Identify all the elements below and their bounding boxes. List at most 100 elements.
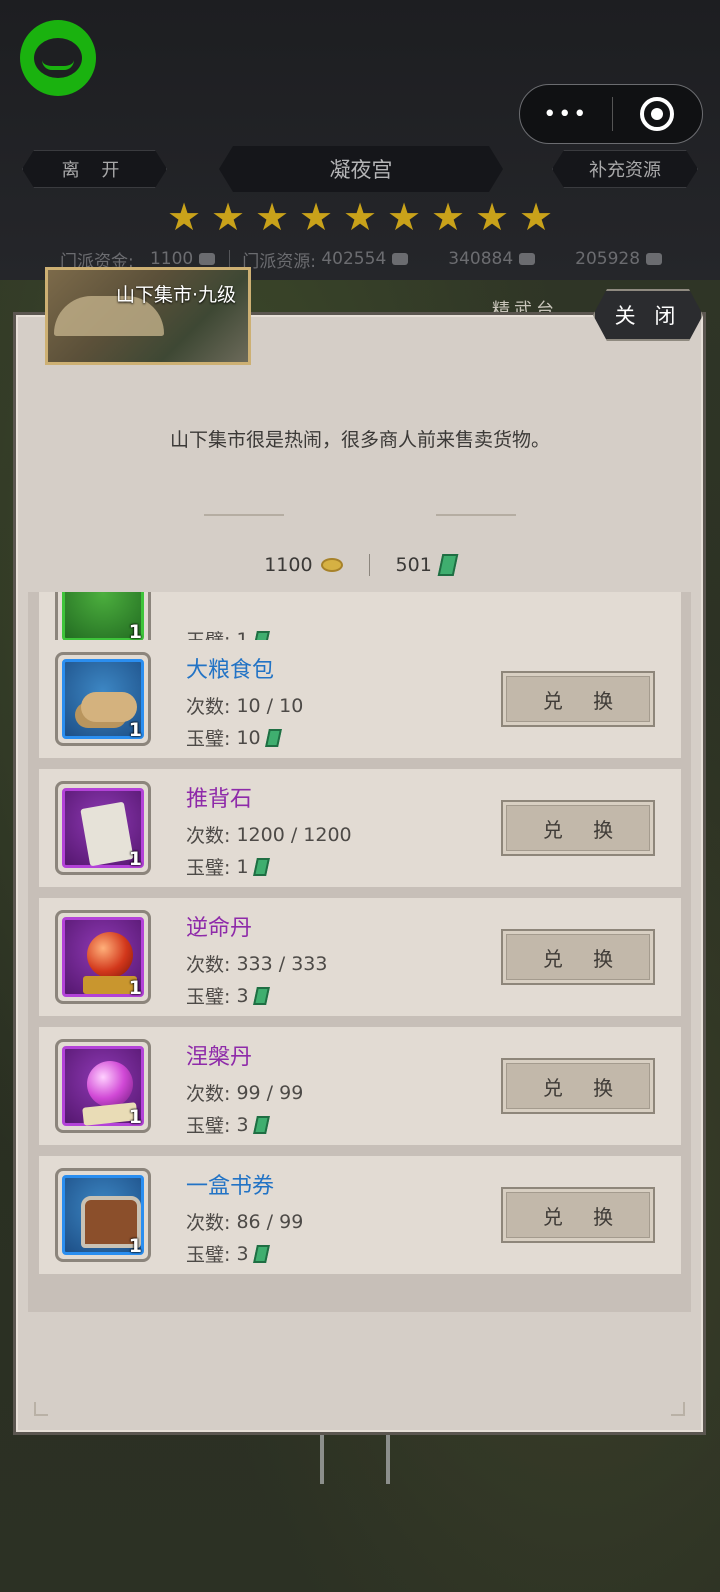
list-item: 1 涅槃丹 次数: 99 / 99 玉璧: 3 兑 换	[39, 1027, 681, 1145]
cost-label: 玉璧:	[186, 857, 231, 879]
jade-icon	[252, 1115, 270, 1134]
grain-icon	[392, 253, 409, 265]
count-value: 333 / 333	[236, 952, 328, 975]
item-count: 次数: 1200 / 1200	[186, 821, 352, 848]
coin-amount: 1100	[264, 554, 313, 576]
item-count: 次数: 10 / 10	[186, 692, 303, 719]
iron-icon	[646, 253, 663, 265]
count-label: 次数:	[186, 954, 231, 976]
item-name: 逆命丹	[186, 916, 253, 941]
exchange-button[interactable]: 兑 换	[501, 1187, 655, 1243]
cost-value: 1	[236, 855, 249, 878]
sect-resources: 门派资源: 402554	[242, 247, 409, 272]
star-icon: ★	[430, 195, 466, 239]
list-item: 1 大粮食包 次数: 10 / 10 玉璧: 10 兑 换	[39, 640, 681, 758]
item-count: 次数: 333 / 333	[186, 950, 327, 977]
item-cost: 玉璧: 3	[186, 982, 270, 1009]
sect-name-title: 凝夜宫	[219, 146, 503, 192]
mini-program-capsule: •••	[519, 84, 703, 144]
cost-label: 玉璧:	[186, 1244, 231, 1266]
item-icon: 1	[55, 1168, 151, 1262]
cost-label: 玉璧:	[186, 728, 231, 750]
item-icon: 1	[55, 910, 151, 1004]
sect-resources-label: 门派资源:	[242, 251, 316, 272]
count-label: 次数:	[186, 1083, 231, 1105]
count-label: 次数:	[186, 825, 231, 847]
star-icon: ★	[210, 195, 246, 239]
item-count: 次数: 86 / 99	[186, 1208, 303, 1235]
item-icon: 1	[55, 652, 151, 746]
more-options-button[interactable]: •••	[520, 102, 612, 127]
star-icon: ★	[474, 195, 510, 239]
supply-resources-button[interactable]: 补充资源	[552, 150, 698, 188]
jade-icon	[264, 728, 282, 747]
market-title: 山下集市·九级	[115, 284, 236, 306]
count-label: 次数:	[186, 696, 231, 718]
resource-wood-value: 340884	[448, 249, 514, 269]
item-count: 次数: 99 / 99	[186, 1079, 303, 1106]
exchange-button[interactable]: 兑 换	[501, 1058, 655, 1114]
coin-icon	[199, 253, 216, 265]
cost-value: 3	[236, 1242, 249, 1265]
exit-mini-program-button[interactable]	[613, 97, 703, 131]
leave-button[interactable]: 离 开	[22, 150, 167, 188]
market-thumbnail: 山下集市·九级	[45, 267, 251, 365]
market-description: 山下集市很是热闹，很多商人前来售卖货物。	[169, 429, 550, 451]
star-icon: ★	[518, 195, 554, 239]
grain-sack-icon	[81, 692, 137, 722]
item-name: 推背石	[186, 787, 253, 812]
top-bar: ••• 离 开 凝夜宫 补充资源 ★ ★ ★ ★ ★ ★ ★ ★ ★ 门派资金:…	[0, 0, 720, 280]
jade-icon	[252, 1244, 270, 1263]
star-icon: ★	[386, 195, 422, 239]
star-icon: ★	[166, 195, 202, 239]
item-cost: 玉璧: 3	[186, 1111, 270, 1138]
divider-ornament-left	[204, 514, 284, 516]
item-quantity: 1	[128, 1235, 142, 1257]
item-cost: 玉璧: 1	[186, 853, 270, 880]
exchange-button[interactable]: 兑 换	[501, 929, 655, 985]
coin-icon	[320, 558, 343, 572]
jade-icon	[252, 986, 270, 1005]
item-icon: 1	[55, 781, 151, 875]
cost-label: 玉璧:	[186, 1115, 231, 1137]
panel-corner-ornament	[34, 1402, 48, 1416]
item-cost: 玉璧: 10	[186, 724, 282, 751]
star-icon: ★	[254, 195, 290, 239]
target-icon	[640, 97, 675, 131]
resource-wood: 340884	[448, 249, 536, 269]
resource-divider	[229, 250, 231, 268]
item-quantity: 1	[128, 719, 142, 741]
cost-value: 10	[236, 726, 261, 749]
wallet-summary: 1100 501	[0, 548, 720, 582]
exchange-list[interactable]: 1 玉璧: 1 1 大粮食包 次数: 10 / 10 玉璧: 10 兑 换	[28, 592, 691, 1312]
exchange-button[interactable]: 兑 换	[501, 671, 655, 727]
count-value: 1200 / 1200	[236, 823, 352, 846]
count-label: 次数:	[186, 1212, 231, 1234]
count-value: 99 / 99	[236, 1081, 304, 1104]
list-item: 1 一盒书券 次数: 86 / 99 玉璧: 3 兑 换	[39, 1156, 681, 1274]
item-quantity: 1	[128, 1106, 142, 1128]
star-icon: ★	[342, 195, 378, 239]
close-button[interactable]: 关 闭	[593, 289, 703, 341]
sect-star-rating: ★ ★ ★ ★ ★ ★ ★ ★ ★	[165, 198, 555, 240]
jade-amount: 501	[395, 554, 432, 576]
item-name: 大粮食包	[186, 658, 275, 683]
list-item: 1 逆命丹 次数: 333 / 333 玉璧: 3 兑 换	[39, 898, 681, 1016]
wallet-divider	[368, 554, 370, 576]
panel-corner-ornament	[671, 1402, 685, 1416]
list-item: 1 推背石 次数: 1200 / 1200 玉璧: 1 兑 换	[39, 769, 681, 887]
jade-icon	[437, 554, 459, 576]
count-value: 10 / 10	[236, 694, 304, 717]
cost-value: 3	[236, 1113, 249, 1136]
divider-ornament-right	[436, 514, 516, 516]
exchange-button[interactable]: 兑 换	[501, 800, 655, 856]
resource-iron-value: 205928	[575, 249, 641, 269]
cost-label: 玉璧:	[186, 986, 231, 1008]
sect-resources-value: 402554	[321, 249, 387, 269]
cost-value: 3	[236, 984, 249, 1007]
red-pill-icon	[87, 932, 133, 978]
item-quantity: 1	[128, 977, 142, 999]
scroll-icon	[80, 801, 134, 867]
pink-pill-icon	[87, 1061, 133, 1107]
app-logo-icon[interactable]	[20, 20, 96, 96]
